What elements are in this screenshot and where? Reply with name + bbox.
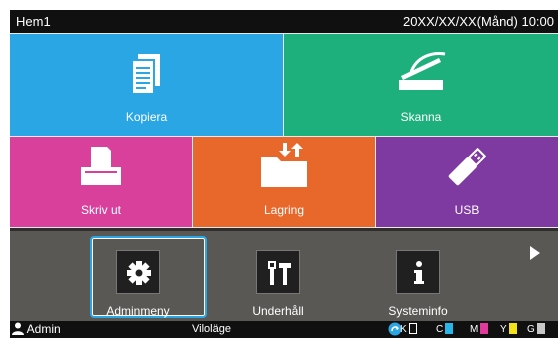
next-page-arrow-icon[interactable]	[530, 246, 540, 260]
screen: Hem1 20XX/XX/XX(Månd) 10:00 Kopiera Skan…	[10, 10, 558, 338]
ink-label: G	[527, 324, 535, 335]
app-adminmeny[interactable]: Adminmeny	[88, 248, 188, 323]
tile-usb[interactable]: USB	[376, 137, 558, 227]
print-icon	[81, 147, 121, 185]
ink-level-m: M	[470, 323, 489, 335]
gear-icon	[127, 261, 151, 285]
tile-skriv-ut[interactable]: Skriv ut	[10, 137, 192, 227]
tile-label: Skriv ut	[80, 203, 121, 217]
ink-swatch	[508, 323, 517, 334]
ink-swatch	[445, 323, 454, 334]
app-panel: Adminmeny Underhåll Systeminfo	[10, 228, 558, 321]
tile-kopiera[interactable]: Kopiera	[10, 34, 283, 136]
ink-label: K	[400, 324, 407, 335]
app-label: Adminmeny	[106, 304, 170, 318]
app-icon-box	[396, 250, 440, 294]
tile-label: Kopiera	[125, 110, 168, 124]
ink-label: M	[470, 324, 479, 335]
user-icon	[12, 322, 24, 335]
usb-icon	[448, 147, 487, 186]
ink-label: Y	[500, 324, 507, 335]
storage-folder-icon	[261, 143, 307, 187]
app-icon-box	[256, 250, 300, 294]
tile-label: USB	[454, 203, 480, 217]
ink-swatch	[536, 323, 545, 334]
app-icon-box	[116, 250, 160, 294]
user-indicator[interactable]: Admin	[12, 322, 61, 336]
machine-state: Viloläge	[192, 323, 231, 335]
tile-label: Lagring	[263, 203, 305, 217]
app-underhall[interactable]: Underhåll	[228, 248, 328, 323]
ink-swatch	[408, 323, 417, 334]
ink-level-y: Y	[500, 323, 517, 335]
status-bar: Admin Viloläge K C M Y G	[10, 321, 558, 338]
tile-lagring[interactable]: Lagring	[193, 137, 375, 227]
copy-document-icon	[132, 54, 160, 94]
ink-label: C	[436, 324, 444, 335]
top-bar: Hem1 20XX/XX/XX(Månd) 10:00	[10, 10, 558, 33]
date-time: 20XX/XX/XX(Månd) 10:00	[402, 14, 554, 29]
ink-level-g: G	[527, 323, 545, 335]
tile-skanna[interactable]: Skanna	[284, 34, 558, 136]
app-label: Underhåll	[252, 304, 304, 318]
ink-level-k: K	[400, 323, 417, 335]
app-systeminfo[interactable]: Systeminfo	[368, 248, 468, 323]
panel-divider	[10, 228, 558, 231]
app-label: Systeminfo	[388, 304, 448, 318]
tile-label: Skanna	[400, 110, 442, 124]
tools-icon	[268, 261, 291, 285]
home-title: Hem1	[16, 14, 51, 29]
scanner-icon	[399, 52, 446, 90]
ink-level-c: C	[436, 323, 454, 335]
user-name: Admin	[26, 322, 61, 336]
ink-swatch	[480, 323, 489, 334]
info-icon	[414, 261, 424, 284]
